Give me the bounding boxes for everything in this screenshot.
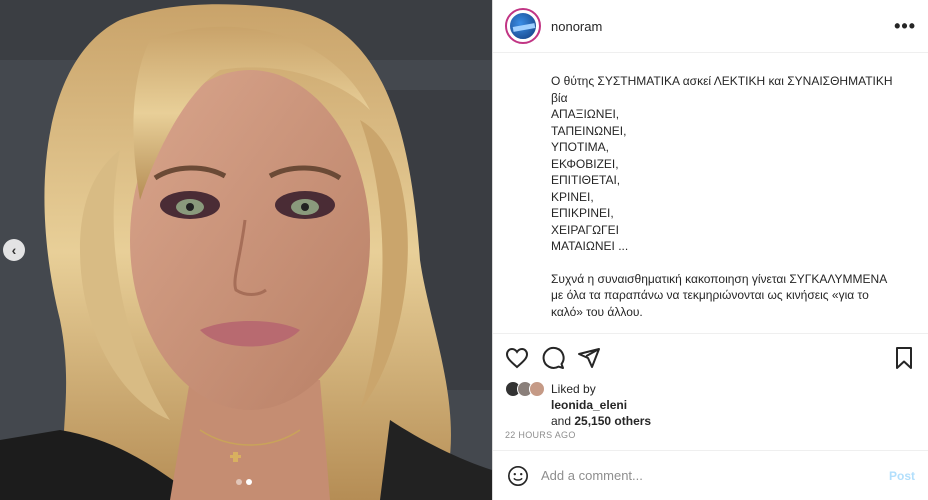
more-options-icon[interactable]: ••• xyxy=(894,16,916,37)
comment-input[interactable] xyxy=(541,468,889,483)
caption-line: ΤΑΠΕΙΝΩΝΕΙ, xyxy=(551,123,627,138)
caption-line: καλό» του άλλου. xyxy=(551,304,643,319)
post-panel: nonoram ••• Ο θύτης ΣΥΣΤΗΜΑΤΙΚΑ ασκεί ΛΕ… xyxy=(492,0,928,500)
username-link[interactable]: nonoram xyxy=(551,19,602,34)
share-icon[interactable] xyxy=(577,346,601,370)
comment-icon[interactable] xyxy=(541,346,565,370)
post-timestamp[interactable]: 22 HOURS AGO xyxy=(493,430,928,448)
avatar-image xyxy=(509,12,537,40)
portrait-image xyxy=(0,0,492,500)
caption-line: ΕΚΦΟΒΙΖΕΙ, xyxy=(551,156,619,171)
caption-line: ΚΡΙΝΕΙ, xyxy=(551,189,594,204)
caption: Ο θύτης ΣΥΣΤΗΜΑΤΙΚΑ ασκεί ΛΕΚΤΙΚΗ και ΣΥ… xyxy=(493,53,928,333)
caption-block-2: Συχνά η συναισθηματική κακοποιηση γίνετα… xyxy=(551,271,898,321)
caption-line: ΕΠΙΚΡΙΝΕΙ, xyxy=(551,206,614,220)
caption-line: ΑΠΑΞΙΩΝΕΙ, xyxy=(551,107,620,121)
carousel-dot-active xyxy=(246,479,252,485)
comment-bar: Post xyxy=(493,450,928,500)
liker-avatar xyxy=(529,381,545,397)
post-header: nonoram ••• xyxy=(493,0,928,53)
emoji-icon[interactable] xyxy=(507,465,529,487)
likes-summary: Liked by leonida_eleni and 25,150 others xyxy=(493,381,928,429)
liked-by-text: Liked by leonida_eleni and 25,150 others xyxy=(551,381,651,429)
likes-others-link[interactable]: 25,150 others xyxy=(574,414,651,428)
caption-line: ΕΠΙΤΙΘΕΤΑΙ, xyxy=(551,173,621,187)
caption-block-1: Ο θύτης ΣΥΣΤΗΜΑΤΙΚΑ ασκεί ΛΕΚΤΙΚΗ και ΣΥ… xyxy=(551,73,898,255)
liker-username-link[interactable]: leonida_eleni xyxy=(551,398,627,412)
liker-avatars xyxy=(505,381,549,397)
action-bar xyxy=(493,333,928,381)
carousel-prev-button[interactable]: ‹ xyxy=(3,239,25,261)
caption-line: βία xyxy=(551,90,568,105)
save-bookmark-icon[interactable] xyxy=(892,346,916,370)
avatar[interactable] xyxy=(505,8,541,44)
caption-line: Συχνά η συναισθηματική κακοποιηση γίνετα… xyxy=(551,271,888,286)
caption-line: ΜΑΤΑΙΩΝΕΙ ... xyxy=(551,239,629,253)
post-comment-button[interactable]: Post xyxy=(889,469,915,483)
caption-line: ΧΕΙΡΑΓΩΓΕΙ xyxy=(551,222,619,237)
like-icon[interactable] xyxy=(505,346,529,370)
liked-by-label: Liked by xyxy=(551,382,596,396)
caption-line: ΥΠΟΤΙΜΑ, xyxy=(551,140,610,154)
caption-line: με όλα τα παραπάνω να τεκμηριώνονται ως … xyxy=(551,288,869,302)
likes-and-label: and xyxy=(551,414,572,428)
carousel-dot xyxy=(236,479,242,485)
post-photo[interactable]: ‹ xyxy=(0,0,492,500)
carousel-dots xyxy=(236,479,252,485)
caption-line: Ο θύτης ΣΥΣΤΗΜΑΤΙΚΑ ασκεί ΛΕΚΤΙΚΗ και ΣΥ… xyxy=(551,74,893,88)
